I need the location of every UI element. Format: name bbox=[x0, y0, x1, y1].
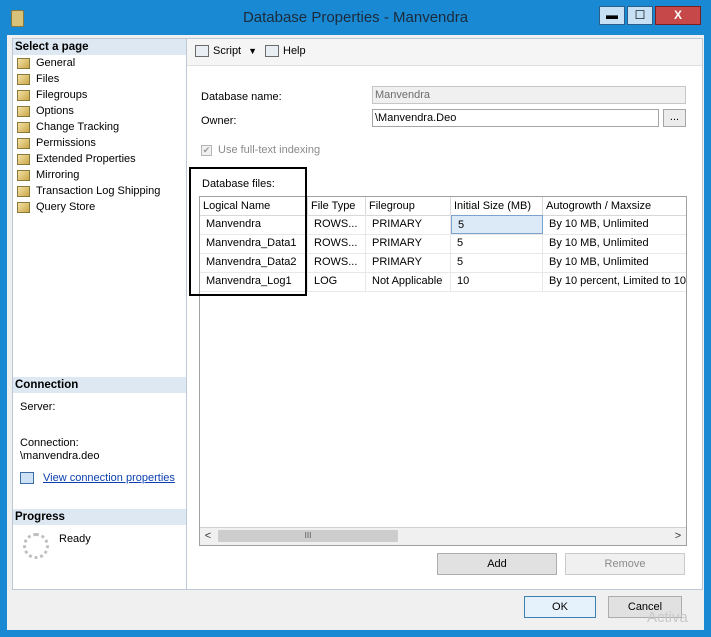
page-wrench-icon bbox=[17, 137, 30, 149]
horizontal-scrollbar[interactable]: < III > bbox=[200, 527, 686, 545]
sidebar-item-query-store[interactable]: Query Store bbox=[17, 199, 185, 215]
select-page-header: Select a page bbox=[13, 39, 186, 55]
sidebar-item-label: Permissions bbox=[36, 137, 96, 149]
progress-panel: Ready bbox=[13, 525, 186, 589]
remove-button[interactable]: Remove bbox=[565, 553, 685, 575]
cell-autogrowth[interactable]: By 10 MB, Unlimited bbox=[543, 215, 686, 234]
sidebar-item-transaction-log-shipping[interactable]: Transaction Log Shipping bbox=[17, 183, 185, 199]
help-icon bbox=[265, 45, 279, 57]
sidebar-item-mirroring[interactable]: Mirroring bbox=[17, 167, 185, 183]
progress-status: Ready bbox=[59, 533, 91, 545]
script-icon bbox=[195, 45, 209, 57]
sidebar-item-label: Extended Properties bbox=[36, 153, 136, 165]
help-button[interactable]: Help bbox=[265, 45, 306, 57]
sidebar-item-permissions[interactable]: Permissions bbox=[17, 135, 185, 151]
view-connection-properties-link[interactable]: View connection properties bbox=[43, 472, 175, 484]
progress-header: Progress bbox=[13, 509, 186, 525]
cell-filegroup[interactable]: PRIMARY bbox=[366, 253, 451, 272]
cell-filegroup[interactable]: PRIMARY bbox=[366, 234, 451, 253]
connection-properties-icon bbox=[20, 472, 34, 484]
maximize-button[interactable]: ☐ bbox=[627, 6, 653, 25]
page-wrench-icon bbox=[17, 201, 30, 213]
cell-autogrowth[interactable]: By 10 percent, Limited to 102 bbox=[543, 272, 686, 291]
connection-header: Connection bbox=[13, 377, 186, 393]
toolbar: Script ▼ Help bbox=[187, 39, 702, 66]
help-label: Help bbox=[283, 45, 306, 57]
page-wrench-icon bbox=[17, 153, 30, 165]
owner-browse-button[interactable]: ... bbox=[663, 109, 686, 127]
sidebar-item-change-tracking[interactable]: Change Tracking bbox=[17, 119, 185, 135]
ok-button[interactable]: OK bbox=[524, 596, 596, 618]
sidebar: Select a page General Files Filegroups O… bbox=[12, 38, 187, 590]
fulltext-label: Use full-text indexing bbox=[218, 144, 321, 156]
column-header-autogrowth[interactable]: Autogrowth / Maxsize bbox=[543, 197, 686, 215]
sidebar-item-label: Mirroring bbox=[36, 169, 80, 181]
sidebar-item-label: Change Tracking bbox=[36, 121, 120, 133]
scroll-left-icon[interactable]: < bbox=[200, 528, 216, 544]
cell-file-type[interactable]: ROWS... bbox=[308, 253, 366, 272]
cell-initial-size[interactable]: 5 bbox=[451, 234, 543, 253]
add-button[interactable]: Add bbox=[437, 553, 557, 575]
sidebar-item-extended-properties[interactable]: Extended Properties bbox=[17, 151, 185, 167]
script-label: Script bbox=[213, 45, 242, 57]
page-wrench-icon bbox=[17, 73, 30, 85]
connection-value: \manvendra.deo bbox=[20, 450, 100, 462]
fulltext-checkbox: ✔ bbox=[201, 145, 212, 156]
cell-filegroup[interactable]: Not Applicable bbox=[366, 272, 451, 291]
page-list: General Files Filegroups Options Change … bbox=[17, 55, 185, 215]
column-header-initial-size[interactable]: Initial Size (MB) bbox=[451, 197, 543, 215]
sidebar-item-general[interactable]: General bbox=[17, 55, 185, 71]
minimize-button[interactable]: ▬ bbox=[599, 6, 625, 25]
script-button[interactable]: Script ▼ bbox=[195, 45, 257, 57]
page-wrench-icon bbox=[17, 105, 30, 117]
server-label: Server: bbox=[20, 401, 56, 413]
cell-file-type[interactable]: LOG bbox=[308, 272, 366, 291]
sidebar-item-label: Files bbox=[36, 73, 60, 85]
progress-spinner-icon bbox=[23, 533, 49, 559]
cell-filegroup[interactable]: PRIMARY bbox=[366, 215, 451, 234]
owner-label: Owner: bbox=[201, 115, 237, 127]
page-wrench-icon bbox=[17, 185, 30, 197]
connection-panel: Server: Connection: \manvendra.deo View … bbox=[13, 393, 186, 509]
sidebar-item-files[interactable]: Files bbox=[17, 71, 185, 87]
page-wrench-icon bbox=[17, 169, 30, 181]
cell-autogrowth[interactable]: By 10 MB, Unlimited bbox=[543, 234, 686, 253]
cell-initial-size[interactable]: 5 bbox=[451, 215, 543, 234]
annotation-highlight-box bbox=[189, 167, 307, 296]
activation-watermark: Activa bbox=[647, 609, 688, 626]
cell-file-type[interactable]: ROWS... bbox=[308, 215, 366, 234]
database-name-field: Manvendra bbox=[372, 86, 686, 104]
cell-autogrowth[interactable]: By 10 MB, Unlimited bbox=[543, 253, 686, 272]
sidebar-item-label: Transaction Log Shipping bbox=[36, 185, 161, 197]
dialog-window: Database Properties - Manvendra ▬ ☐ X Se… bbox=[0, 0, 711, 637]
cell-initial-size[interactable]: 10 bbox=[451, 272, 543, 291]
scroll-right-icon[interactable]: > bbox=[670, 528, 686, 544]
column-header-filegroup[interactable]: Filegroup bbox=[366, 197, 451, 215]
sidebar-item-label: General bbox=[36, 57, 76, 69]
owner-field[interactable]: \Manvendra.Deo bbox=[372, 109, 659, 127]
sidebar-item-options[interactable]: Options bbox=[17, 103, 185, 119]
sidebar-item-label: Options bbox=[36, 105, 74, 117]
title-bar[interactable]: Database Properties - Manvendra ▬ ☐ X bbox=[1, 1, 710, 35]
page-wrench-icon bbox=[17, 89, 30, 101]
page-wrench-icon bbox=[17, 121, 30, 133]
connection-label: Connection: bbox=[20, 437, 79, 449]
close-button[interactable]: X bbox=[655, 6, 701, 25]
sidebar-item-filegroups[interactable]: Filegroups bbox=[17, 87, 185, 103]
chevron-down-icon[interactable]: ▼ bbox=[248, 46, 257, 56]
page-wrench-icon bbox=[17, 57, 30, 69]
database-name-label: Database name: bbox=[201, 91, 282, 103]
sidebar-item-label: Filegroups bbox=[36, 89, 88, 101]
cell-file-type[interactable]: ROWS... bbox=[308, 234, 366, 253]
cell-initial-size[interactable]: 5 bbox=[451, 253, 543, 272]
dialog-client-area: Select a page General Files Filegroups O… bbox=[7, 35, 704, 630]
column-header-file-type[interactable]: File Type bbox=[308, 197, 366, 215]
main-panel: Script ▼ Help Database name: Manvendra O… bbox=[187, 38, 703, 590]
sidebar-item-label: Query Store bbox=[36, 201, 96, 213]
scroll-thumb[interactable]: III bbox=[218, 530, 398, 542]
